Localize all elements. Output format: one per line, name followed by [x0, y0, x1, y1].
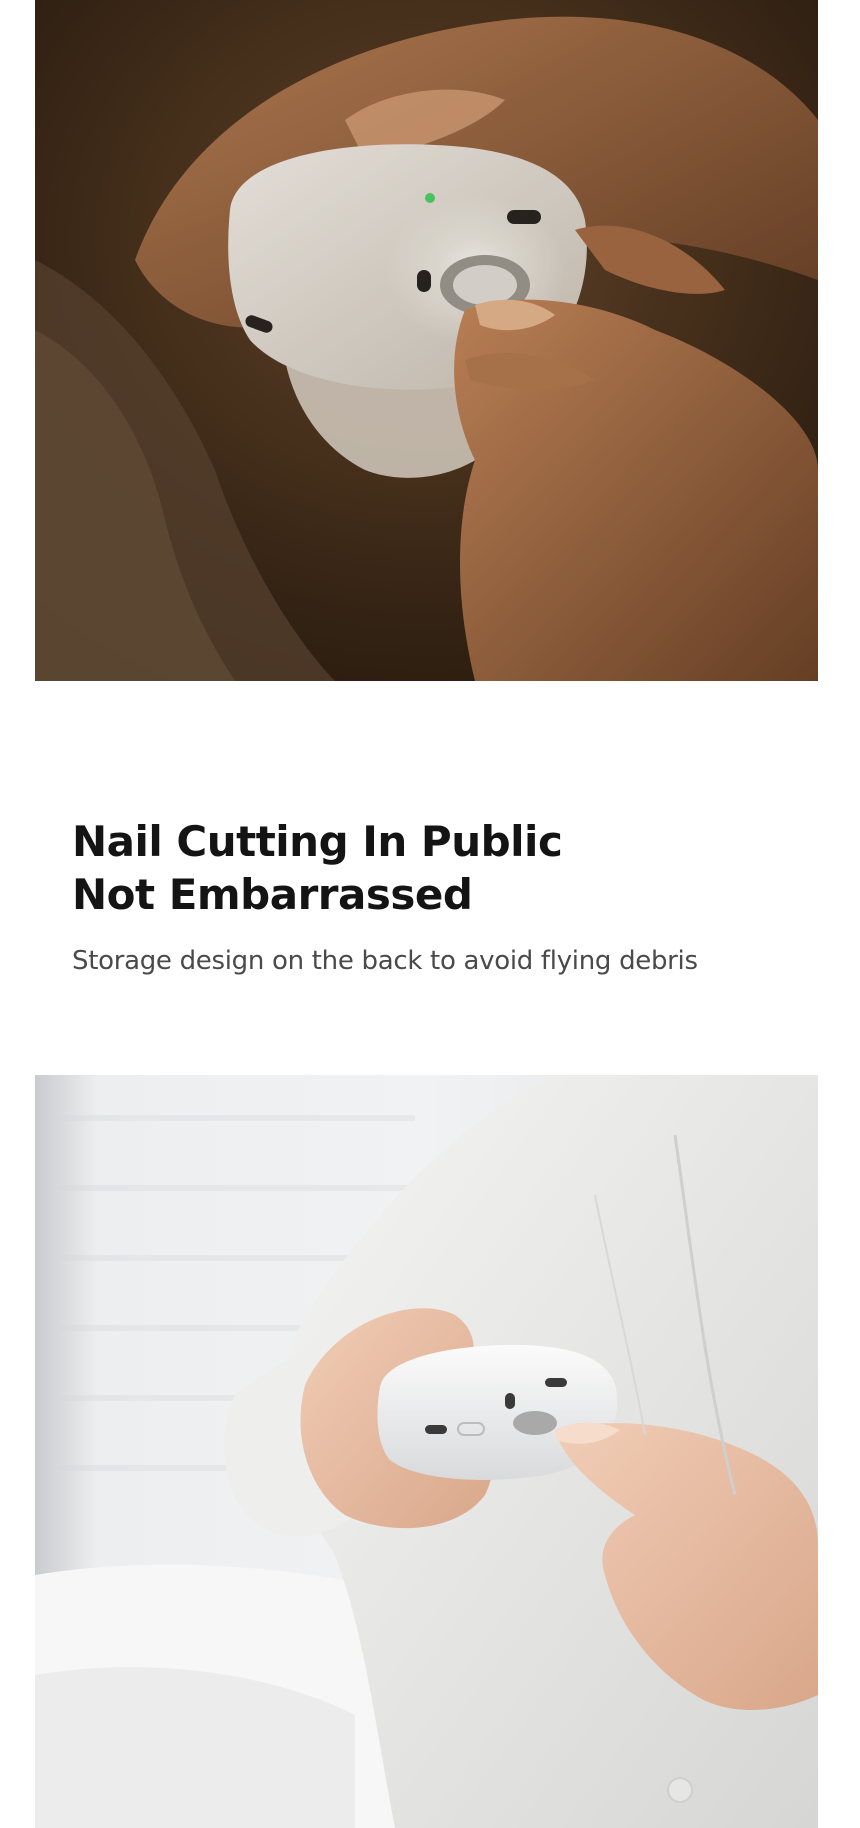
- hero-photo-illustration: [35, 0, 818, 681]
- section-subtitle: Storage design on the back to avoid flyi…: [72, 946, 698, 976]
- section-title: Nail Cutting In Public Not Embarrassed: [72, 815, 563, 921]
- detail-photo-illustration: [35, 1075, 818, 1828]
- hero-photo: [35, 0, 818, 681]
- detail-photo: [35, 1075, 818, 1828]
- section-title-line-2: Not Embarrassed: [72, 870, 473, 919]
- section-title-line-1: Nail Cutting In Public: [72, 817, 563, 866]
